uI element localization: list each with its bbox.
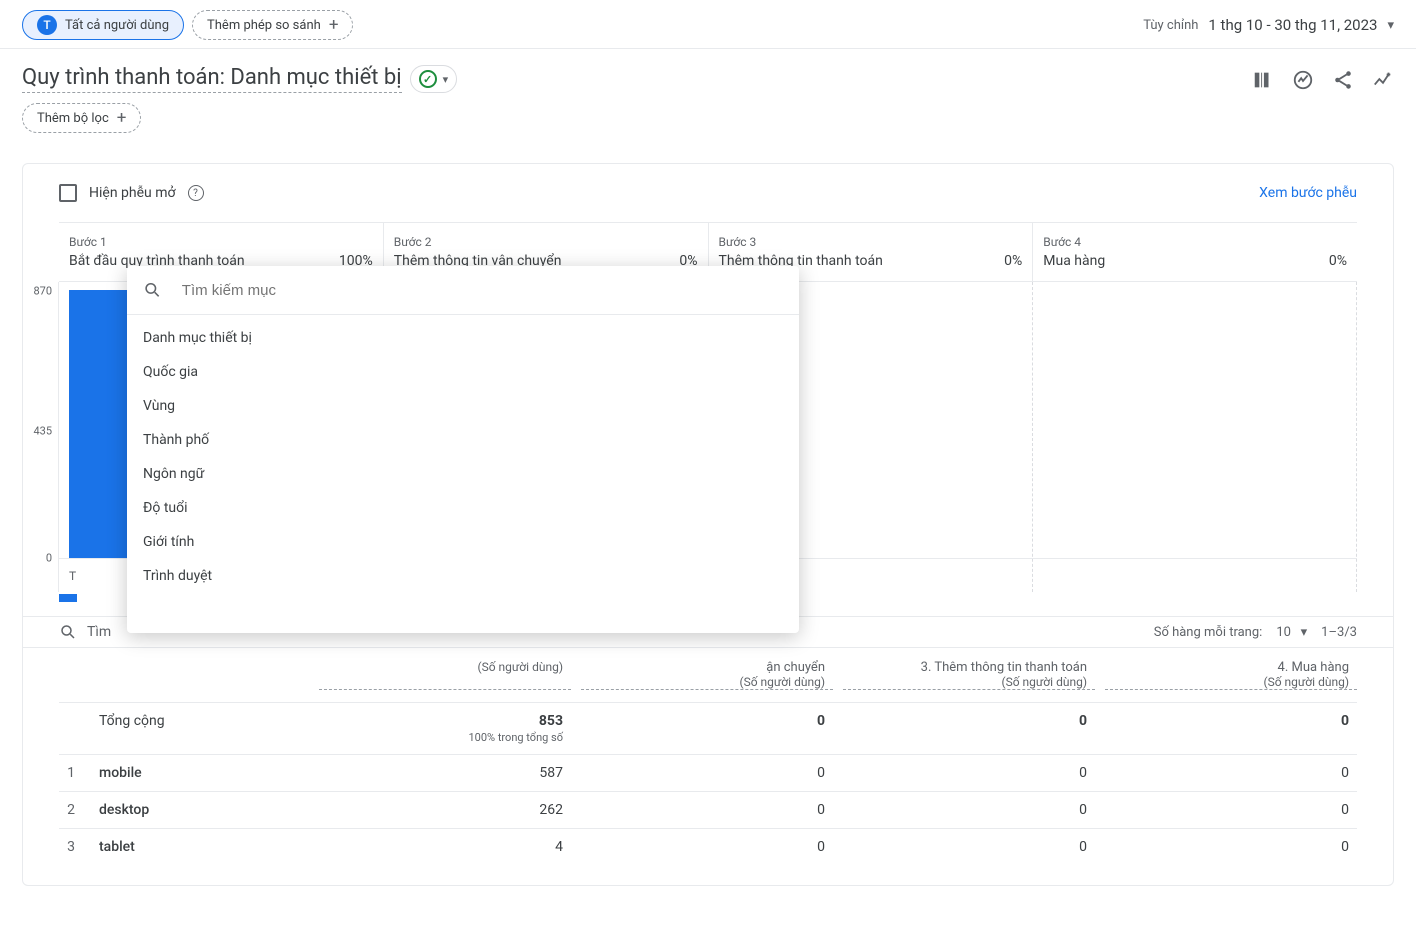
funnel-card: Hiện phễu mở ? Xem bước phễu Bước 1 Bắt …: [22, 163, 1394, 886]
dimension-item[interactable]: Giới tính: [127, 525, 799, 559]
search-icon: [143, 280, 162, 300]
page-title[interactable]: Quy trình thanh toán: Danh mục thiết bị: [22, 65, 402, 93]
table-row[interactable]: 3 tablet 4 0 0 0: [59, 828, 1357, 865]
insights-icon[interactable]: [1372, 69, 1394, 95]
date-mode-label: Tùy chỉnh: [1143, 18, 1198, 33]
dimension-item[interactable]: Danh mục thiết bị: [127, 321, 799, 355]
header-actions: [1252, 65, 1394, 95]
chart-y-axis: 870 435 0: [23, 282, 59, 592]
open-funnel-label: Hiện phễu mở: [89, 185, 176, 201]
topbar: T Tất cả người dùng Thêm phép so sánh + …: [0, 0, 1416, 49]
add-comparison-chip[interactable]: Thêm phép so sánh +: [192, 10, 353, 40]
chevron-down-icon: ▾: [1301, 625, 1308, 640]
segment-chip-label: Tất cả người dùng: [65, 18, 169, 33]
legend-swatch: [59, 594, 77, 602]
dimension-list: Danh mục thiết bị Quốc gia Vùng Thành ph…: [127, 315, 799, 633]
col-step2[interactable]: ận chuyển(Số người dùng): [581, 660, 833, 690]
dimension-search[interactable]: [127, 266, 799, 315]
dimension-item[interactable]: Quốc gia: [127, 355, 799, 389]
dimension-item[interactable]: Thành phố: [127, 423, 799, 457]
table-total-row: Tổng cộng 853100% trong tổng số 0 0 0: [59, 702, 1357, 754]
anomaly-icon[interactable]: [1292, 69, 1314, 95]
segment-chips: T Tất cả người dùng Thêm phép so sánh +: [22, 10, 353, 40]
dimension-item[interactable]: Ngôn ngữ: [127, 457, 799, 491]
dimension-item[interactable]: Vùng: [127, 389, 799, 423]
table-search-input[interactable]: Tìm: [59, 623, 111, 641]
open-funnel-checkbox[interactable]: [59, 184, 77, 202]
date-range-value: 1 thg 10 - 30 thg 11, 2023: [1208, 16, 1377, 34]
table-header-row: (Số người dùng) ận chuyển(Số người dùng)…: [59, 648, 1357, 702]
page-header: Quy trình thanh toán: Danh mục thiết bị …: [0, 49, 1416, 137]
table-row[interactable]: 1 mobile 587 0 0 0: [59, 754, 1357, 791]
add-comparison-label: Thêm phép so sánh: [207, 18, 321, 33]
compare-columns-icon[interactable]: [1252, 69, 1274, 95]
user-chip-icon: T: [37, 15, 57, 35]
col-step4[interactable]: 4. Mua hàng(Số người dùng): [1105, 660, 1357, 690]
report-status-pill[interactable]: ▾: [410, 65, 458, 93]
table-row[interactable]: 2 desktop 262 0 0 0: [59, 791, 1357, 828]
rows-per-page-control: Số hàng mỗi trang: 10 ▾ 1–3/3: [1154, 625, 1357, 640]
col-step1[interactable]: (Số người dùng): [319, 660, 571, 690]
add-filter-label: Thêm bộ lọc: [37, 111, 109, 126]
funnel-card-header: Hiện phễu mở ? Xem bước phễu: [23, 164, 1393, 222]
dimension-search-input[interactable]: [182, 282, 783, 299]
check-circle-icon: [419, 70, 437, 88]
share-icon[interactable]: [1332, 69, 1354, 95]
add-filter-chip[interactable]: Thêm bộ lọc +: [22, 103, 141, 133]
funnel-step-4: Bước 4 Mua hàng0%: [1033, 223, 1357, 281]
date-range-picker[interactable]: Tùy chỉnh 1 thg 10 - 30 thg 11, 2023 ▾: [1143, 16, 1394, 34]
view-funnel-steps-link[interactable]: Xem bước phễu: [1259, 185, 1357, 201]
chevron-down-icon: ▾: [443, 73, 449, 86]
chart-col-4: [1033, 282, 1358, 592]
rows-per-page-select[interactable]: 10 ▾: [1276, 625, 1307, 640]
data-table: (Số người dùng) ận chuyển(Số người dùng)…: [59, 648, 1357, 865]
search-icon: [59, 623, 77, 641]
plus-icon: +: [329, 15, 339, 35]
help-icon[interactable]: ?: [188, 185, 204, 201]
chevron-down-icon: ▾: [1387, 18, 1394, 33]
plus-icon: +: [117, 108, 127, 128]
col-step3[interactable]: 3. Thêm thông tin thanh toán(Số người dù…: [843, 660, 1095, 690]
dimension-picker-popover: Danh mục thiết bị Quốc gia Vùng Thành ph…: [127, 266, 799, 633]
page-range: 1–3/3: [1321, 625, 1357, 640]
dimension-item[interactable]: Độ tuổi: [127, 491, 799, 525]
rows-per-page-label: Số hàng mỗi trang:: [1154, 625, 1263, 640]
segment-chip-all-users[interactable]: T Tất cả người dùng: [22, 10, 184, 40]
dimension-item[interactable]: Trình duyệt: [127, 559, 799, 593]
